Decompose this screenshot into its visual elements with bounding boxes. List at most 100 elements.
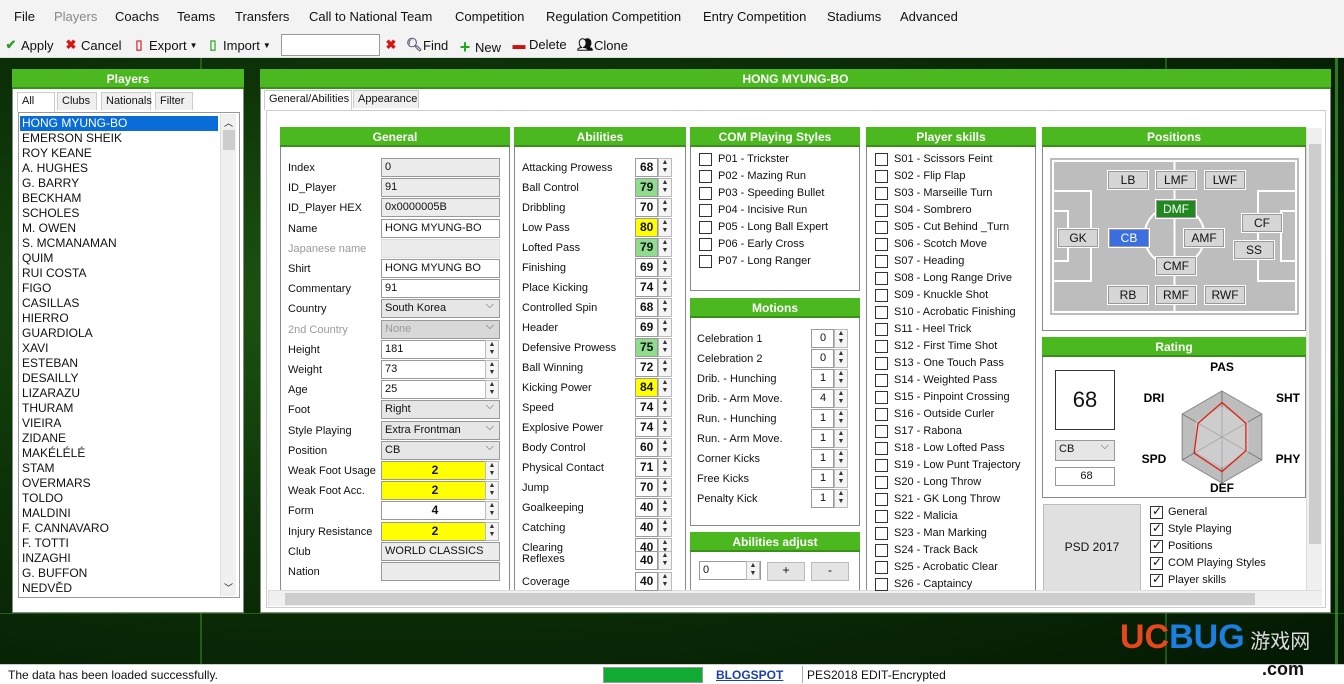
form-spinner[interactable]: ▲ ▼ [485, 501, 499, 521]
position-cf-button[interactable]: CF [1241, 213, 1283, 233]
skill-11-checkbox[interactable] [875, 323, 888, 336]
skill-3-checkbox[interactable] [875, 187, 888, 200]
skill-19-checkbox[interactable] [875, 459, 888, 472]
injury-resistance-field[interactable]: 2 [381, 521, 486, 541]
dribbling-spinner[interactable]: ▲ ▼ [658, 198, 672, 217]
run-arm-move--spinner[interactable]: ▲ ▼ [834, 429, 848, 448]
players-list-scrollbar[interactable]: ︿ ﹀ [220, 114, 236, 596]
lofted-pass-spinner[interactable]: ▲ ▼ [658, 238, 672, 257]
com-style-2-checkbox[interactable] [699, 170, 712, 183]
kicking-power-spinner[interactable]: ▲ ▼ [658, 378, 672, 397]
editor-horizontal-scrollbar[interactable] [268, 590, 1322, 606]
player-list-item[interactable]: FIGO [20, 281, 218, 296]
copy-option-checkbox[interactable] [1150, 504, 1163, 519]
style-playing-field[interactable]: Extra Frontman [381, 420, 500, 440]
body-control-value[interactable]: 60 [635, 438, 658, 457]
run-arm-move--value[interactable]: 1 [811, 429, 834, 448]
menu-entry-competition[interactable]: Entry Competition [703, 9, 806, 24]
position-lmf-button[interactable]: LMF [1155, 170, 1197, 190]
copy-option-checkbox[interactable] [1150, 572, 1163, 587]
index-field[interactable]: 0 [381, 158, 500, 177]
editor-vertical-scrollbar[interactable] [1306, 128, 1322, 590]
player-list-item[interactable]: MAKÉLÉLÉ [20, 446, 218, 461]
tab-nationals[interactable]: Nationals [101, 92, 152, 110]
skill-14-checkbox[interactable] [875, 374, 888, 387]
weak-foot-acc--field[interactable]: 2 [381, 481, 486, 501]
menu-competition[interactable]: Competition [455, 9, 524, 24]
speed-value[interactable]: 74 [635, 398, 658, 417]
skill-8-checkbox[interactable] [875, 272, 888, 285]
copy-option-checkbox[interactable] [1150, 555, 1163, 570]
rating-position-select[interactable]: CB [1055, 440, 1115, 461]
header-value[interactable]: 69 [635, 318, 658, 337]
skill-21-checkbox[interactable] [875, 493, 888, 506]
search-input[interactable] [281, 34, 380, 56]
position-field[interactable]: CB [381, 440, 500, 460]
position-lb-button[interactable]: LB [1107, 170, 1149, 190]
psd-button[interactable]: PSD 2017 [1043, 504, 1141, 591]
explosive-power-spinner[interactable]: ▲ ▼ [658, 418, 672, 437]
japanese-name-field[interactable] [381, 238, 500, 258]
age-spinner[interactable]: ▲ ▼ [485, 380, 499, 400]
player-list-item[interactable]: DESAILLY [20, 371, 218, 386]
skill-9-checkbox[interactable] [875, 289, 888, 302]
player-list-item[interactable]: A. HUGHES [20, 161, 218, 176]
skill-23-checkbox[interactable] [875, 527, 888, 540]
weak-foot-usage-field[interactable]: 2 [381, 461, 486, 480]
player-list-item[interactable]: NEDVĚD [20, 581, 218, 596]
delete-button[interactable]: ▬ Delete [512, 37, 567, 52]
player-list-item[interactable]: QUIM [20, 251, 218, 266]
skill-20-checkbox[interactable] [875, 476, 888, 489]
player-list-item[interactable]: M. OWEN [20, 221, 218, 236]
drib-arm-move--value[interactable]: 4 [811, 389, 834, 408]
find-button[interactable]: 🔍︎ Find [406, 37, 448, 53]
ball-winning-spinner[interactable]: ▲ ▼ [658, 358, 672, 377]
skill-10-checkbox[interactable] [875, 306, 888, 319]
position-lwf-button[interactable]: LWF [1204, 170, 1246, 190]
defensive-prowess-spinner[interactable]: ▲ ▼ [658, 338, 672, 357]
catching-spinner[interactable]: ▲ ▼ [658, 518, 672, 537]
drib-arm-move--spinner[interactable]: ▲ ▼ [834, 389, 848, 408]
skill-1-checkbox[interactable] [875, 153, 888, 166]
apply-button[interactable]: ✔ Apply [4, 37, 54, 53]
tab-appearance[interactable]: Appearance [353, 90, 419, 108]
reflexes-value[interactable]: 40 [635, 551, 658, 570]
adjust-spinner[interactable]: ▲ ▼ [746, 561, 760, 580]
physical-contact-value[interactable]: 71 [635, 458, 658, 477]
header-spinner[interactable]: ▲ ▼ [658, 318, 672, 337]
import-button[interactable]: ▯ Import ▼ [206, 37, 270, 53]
physical-contact-spinner[interactable]: ▲ ▼ [658, 458, 672, 477]
position-rmf-button[interactable]: RMF [1155, 285, 1197, 305]
penalty-kick-spinner[interactable]: ▲ ▼ [834, 489, 848, 508]
skill-26-checkbox[interactable] [875, 578, 888, 591]
attacking-prowess-value[interactable]: 68 [635, 158, 658, 177]
weight-field[interactable]: 73 [381, 360, 486, 379]
position-dmf-button[interactable]: DMF [1155, 199, 1197, 219]
defensive-prowess-value[interactable]: 75 [635, 338, 658, 357]
coverage-spinner[interactable]: ▲ ▼ [658, 572, 672, 591]
attacking-prowess-spinner[interactable]: ▲ ▼ [658, 158, 672, 177]
player-list-item[interactable]: XAVI [20, 341, 218, 356]
menu-teams[interactable]: Teams [177, 9, 215, 24]
injury-resistance-spinner[interactable]: ▲ ▼ [485, 521, 499, 541]
player-list-item[interactable]: VIEIRA [20, 416, 218, 431]
player-list-item[interactable]: ZIDANE [20, 431, 218, 446]
player-list-item[interactable]: ROY KEANE [20, 146, 218, 161]
free-kicks-spinner[interactable]: ▲ ▼ [834, 469, 848, 488]
skill-4-checkbox[interactable] [875, 204, 888, 217]
adjust-plus-button[interactable]: + [767, 562, 805, 581]
skill-2-checkbox[interactable] [875, 170, 888, 183]
celebration-1-spinner[interactable]: ▲ ▼ [834, 329, 848, 348]
jump-spinner[interactable]: ▲ ▼ [658, 478, 672, 497]
player-list-item[interactable]: F. TOTTI [20, 536, 218, 551]
player-list-item[interactable]: GUARDIOLA [20, 326, 218, 341]
ball-control-value[interactable]: 79 [635, 178, 658, 197]
controlled-spin-value[interactable]: 68 [635, 298, 658, 317]
dribbling-value[interactable]: 70 [635, 198, 658, 217]
clone-button[interactable]: 👥︎ Clone [577, 37, 628, 53]
blogspot-link[interactable]: BLOGSPOT [716, 668, 783, 682]
nation-field[interactable] [381, 562, 500, 581]
kicking-power-value[interactable]: 84 [635, 378, 658, 397]
skill-7-checkbox[interactable] [875, 255, 888, 268]
adjust-minus-button[interactable]: - [811, 562, 849, 581]
